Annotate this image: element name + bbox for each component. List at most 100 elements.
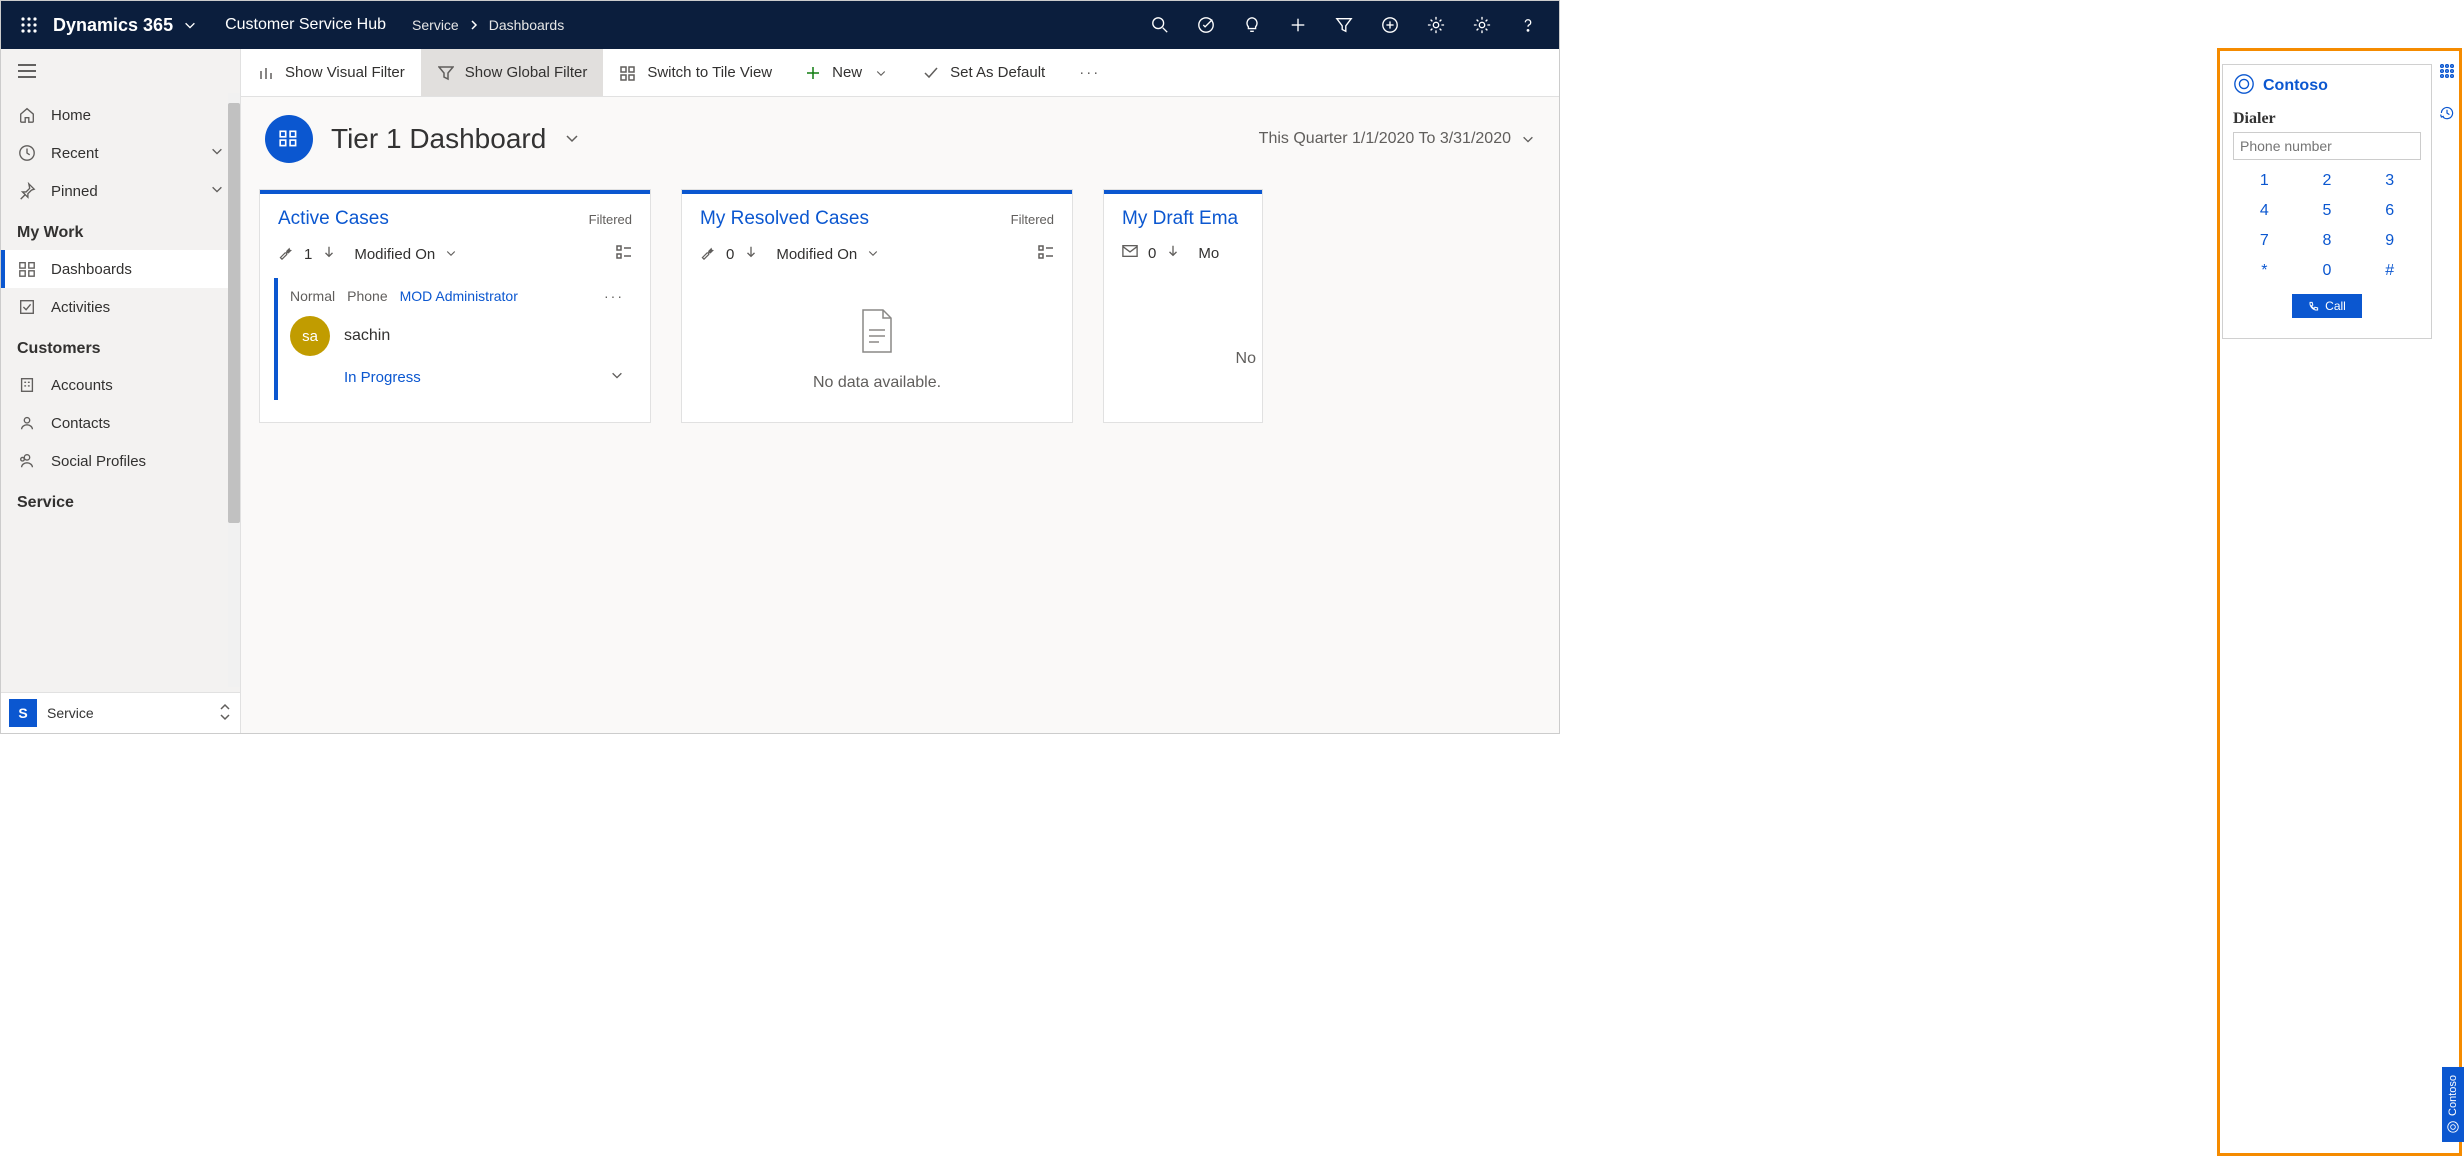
- keypad-tab-icon[interactable]: [2440, 64, 2454, 81]
- breadcrumb: Service Dashboards: [412, 17, 564, 33]
- settings-alt-icon[interactable]: [1413, 1, 1459, 49]
- cmd-set-as-default[interactable]: Set As Default: [906, 49, 1061, 96]
- dashboard-content: Tier 1 Dashboard This Quarter 1/1/2020 T…: [241, 97, 1559, 733]
- contoso-logo-icon: [2446, 1120, 2460, 1134]
- nav-area-switcher[interactable]: S Service: [1, 692, 240, 733]
- area-badge: S: [9, 699, 37, 727]
- empty-state: No: [1104, 276, 1262, 398]
- key-0[interactable]: 0: [2311, 262, 2343, 280]
- nav-social[interactable]: Social Profiles: [1, 442, 240, 480]
- search-icon[interactable]: [1137, 1, 1183, 49]
- nav-dashboards[interactable]: Dashboards: [1, 250, 240, 288]
- filtered-badge: Filtered: [589, 212, 632, 227]
- cmd-tile-view[interactable]: Switch to Tile View: [603, 49, 788, 96]
- nav-home[interactable]: Home: [1, 96, 240, 134]
- social-icon: [17, 451, 37, 471]
- cmd-show-visual-filter[interactable]: Show Visual Filter: [241, 49, 421, 96]
- key-2[interactable]: 2: [2311, 172, 2343, 190]
- sort-field[interactable]: Modified On: [776, 246, 857, 263]
- case-owner-link[interactable]: MOD Administrator: [400, 288, 518, 304]
- list-settings-icon[interactable]: [616, 244, 632, 264]
- cmd-global-label: Show Global Filter: [465, 64, 588, 81]
- contoso-tab-label: Contoso: [2447, 1075, 2459, 1116]
- task-icon[interactable]: [1183, 1, 1229, 49]
- card-active-cases: Active Cases Filtered 1 Modified On: [259, 189, 651, 423]
- key-hash[interactable]: #: [2374, 262, 2406, 280]
- hamburger-icon[interactable]: [1, 49, 240, 96]
- chevron-down-icon: [183, 18, 197, 32]
- chevron-down-icon[interactable]: [610, 368, 624, 386]
- circle-plus-icon[interactable]: [1367, 1, 1413, 49]
- sort-down-icon[interactable]: [1166, 244, 1180, 262]
- key-4[interactable]: 4: [2248, 202, 2280, 220]
- plus-icon[interactable]: [1275, 1, 1321, 49]
- key-9[interactable]: 9: [2374, 232, 2406, 250]
- nav-section-service: Service: [1, 480, 240, 520]
- contoso-dialer-panel: Contoso Dialer 1 2 3 4 5 6 7 8 9: [2222, 64, 2432, 339]
- dashboard-icon: [17, 259, 37, 279]
- person-icon: [17, 413, 37, 433]
- sort-down-icon[interactable]: [322, 245, 336, 263]
- date-range-filter[interactable]: This Quarter 1/1/2020 To 3/31/2020: [1259, 130, 1535, 148]
- wrench-icon[interactable]: [700, 244, 716, 264]
- filter-icon[interactable]: [1321, 1, 1367, 49]
- plus-icon: [804, 64, 822, 82]
- lightbulb-icon[interactable]: [1229, 1, 1275, 49]
- nav-pinned[interactable]: Pinned: [1, 172, 240, 210]
- barchart-icon: [257, 64, 275, 82]
- command-bar: Show Visual Filter Show Global Filter Sw…: [241, 49, 1559, 97]
- nav-scrollbar[interactable]: [228, 93, 240, 687]
- call-button[interactable]: Call: [2292, 294, 2362, 318]
- card-title[interactable]: Active Cases: [278, 208, 389, 230]
- call-label: Call: [2325, 299, 2346, 313]
- chevron-down-icon: [210, 182, 224, 200]
- cmd-new[interactable]: New: [788, 49, 906, 96]
- key-5[interactable]: 5: [2311, 202, 2343, 220]
- nav-accounts[interactable]: Accounts: [1, 366, 240, 404]
- mail-icon[interactable]: [1122, 244, 1138, 262]
- cmd-visual-label: Show Visual Filter: [285, 64, 405, 81]
- hub-label[interactable]: Customer Service Hub: [225, 16, 386, 34]
- gear-icon[interactable]: [1459, 1, 1505, 49]
- history-tab-icon[interactable]: [2439, 105, 2455, 124]
- global-header: Dynamics 365 Customer Service Hub Servic…: [1, 1, 1559, 49]
- phone-number-input[interactable]: [2233, 132, 2421, 160]
- nav-recent[interactable]: Recent: [1, 134, 240, 172]
- wrench-icon[interactable]: [278, 244, 294, 264]
- card-title[interactable]: My Draft Ema: [1122, 208, 1238, 230]
- card-title[interactable]: My Resolved Cases: [700, 208, 869, 230]
- cmd-show-global-filter[interactable]: Show Global Filter: [421, 49, 604, 96]
- chevron-right-icon: [469, 20, 479, 30]
- sort-down-icon[interactable]: [744, 245, 758, 263]
- key-6[interactable]: 6: [2374, 202, 2406, 220]
- sort-field[interactable]: Modified On: [354, 246, 435, 263]
- case-item[interactable]: Normal Phone MOD Administrator ··· sa sa…: [274, 278, 636, 400]
- sort-field[interactable]: Mo: [1198, 245, 1219, 262]
- case-channel: Phone: [347, 288, 387, 304]
- case-more[interactable]: ···: [604, 288, 624, 304]
- key-3[interactable]: 3: [2374, 172, 2406, 190]
- cmd-default-label: Set As Default: [950, 64, 1045, 81]
- nav-activities[interactable]: Activities: [1, 288, 240, 326]
- app-launcher-icon[interactable]: [9, 16, 49, 34]
- filtered-badge: Filtered: [1011, 212, 1054, 227]
- key-7[interactable]: 7: [2248, 232, 2280, 250]
- case-status[interactable]: In Progress: [344, 369, 421, 386]
- chevron-down-icon: [1521, 132, 1535, 146]
- brand-label[interactable]: Dynamics 365: [53, 15, 197, 36]
- contoso-side-tab[interactable]: Contoso: [2442, 1067, 2464, 1142]
- title-chevron-icon[interactable]: [564, 130, 580, 149]
- nav-section-customers: Customers: [1, 326, 240, 366]
- chevron-down-icon[interactable]: [867, 246, 879, 263]
- cmd-more[interactable]: ···: [1061, 49, 1118, 96]
- check-icon: [922, 64, 940, 82]
- list-settings-icon[interactable]: [1038, 244, 1054, 264]
- pin-icon: [17, 181, 37, 201]
- crumb-root[interactable]: Service: [412, 17, 459, 33]
- key-1[interactable]: 1: [2248, 172, 2280, 190]
- help-icon[interactable]: [1505, 1, 1551, 49]
- key-8[interactable]: 8: [2311, 232, 2343, 250]
- key-star[interactable]: *: [2248, 262, 2280, 280]
- nav-contacts[interactable]: Contacts: [1, 404, 240, 442]
- chevron-down-icon[interactable]: [445, 246, 457, 263]
